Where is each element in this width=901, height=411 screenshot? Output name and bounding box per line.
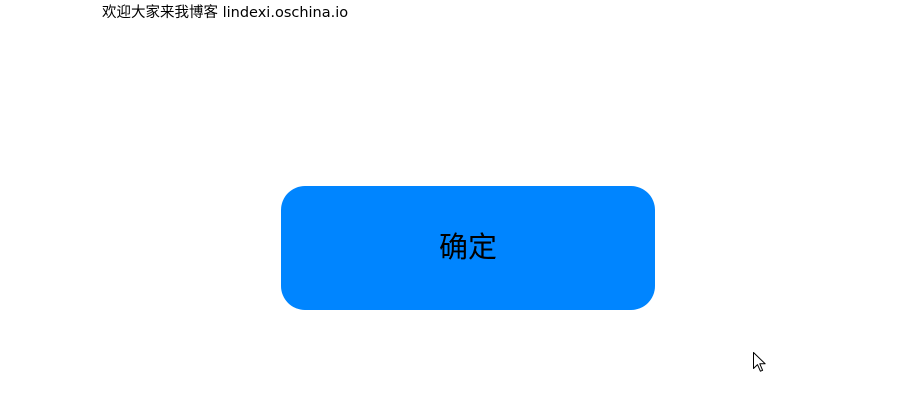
welcome-text: 欢迎大家来我博客 lindexi.oschina.io <box>102 5 349 21</box>
mouse-pointer-icon <box>753 352 766 372</box>
confirm-button-label: 确定 <box>438 231 497 264</box>
confirm-button[interactable]: 确定 <box>281 186 655 310</box>
